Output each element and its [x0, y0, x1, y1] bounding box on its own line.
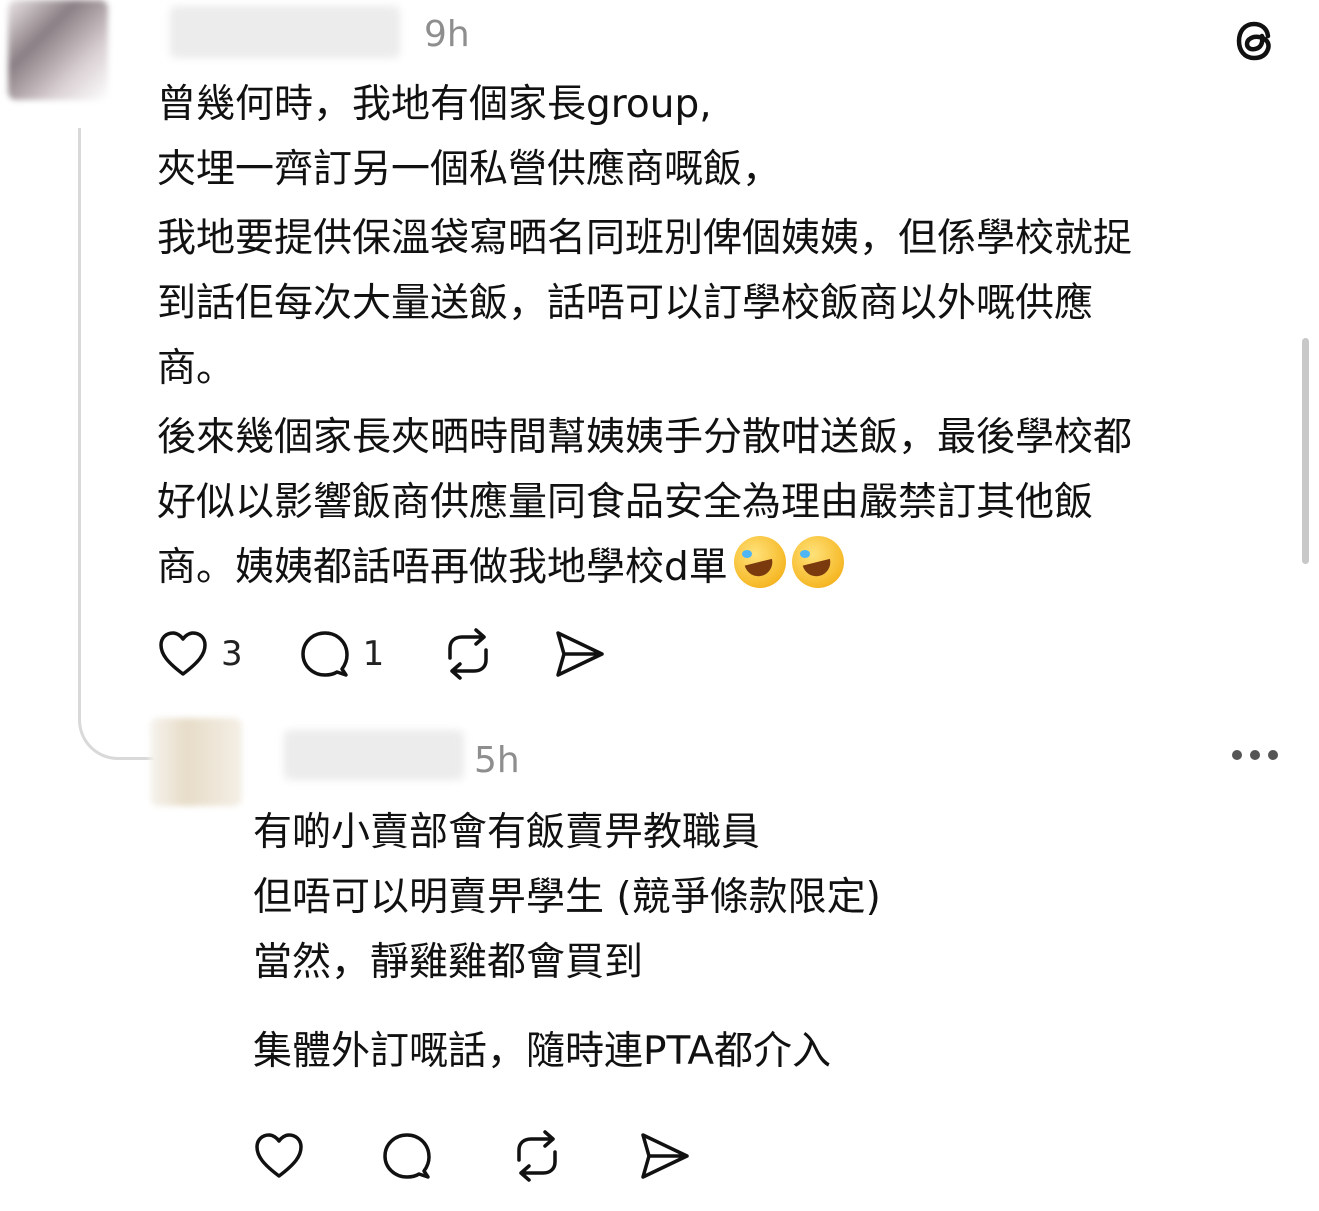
comment-line-last: 商。姨姨都話唔再做我地學校d單 — [157, 535, 1287, 600]
share-button[interactable] — [552, 628, 608, 680]
like-button[interactable]: 3 — [157, 630, 243, 678]
comment-line: 商。 — [157, 346, 236, 391]
username-blurred[interactable] — [170, 6, 400, 58]
reply-count: 1 — [362, 634, 385, 674]
threads-logo-icon[interactable] — [1230, 14, 1282, 70]
more-options-icon[interactable] — [1232, 750, 1278, 760]
send-icon — [556, 631, 605, 677]
threads-conversation: 9h 曾幾何時，我地有個家長group, 夾埋一齊訂另一個私營供應商嘅飯， 我地… — [0, 0, 1319, 1211]
comment-line: 後來幾個家長夾晒時間幫姨姨手分散咁送飯，最後學校都 — [157, 415, 1133, 460]
comment-line: 夾埋一齊訂另一個私營供應商嘅飯， — [157, 147, 782, 192]
comment-line: 曾幾何時，我地有個家長group, — [157, 82, 712, 127]
avatar[interactable] — [150, 718, 242, 806]
comment-body: 有啲小賣部會有飯賣畀教職員 但唔可以明賣畀學生 (競爭條款限定) 當然，靜雞雞都… — [253, 800, 1153, 1084]
comment-line: 集體外訂嘅話，隨時連PTA都介入 — [253, 1029, 831, 1074]
rolling-on-floor-laughing-emoji — [791, 536, 844, 588]
like-count: 3 — [221, 634, 243, 674]
comment-line: 當然，靜雞雞都會買到 — [253, 940, 644, 985]
comment-bubble-icon — [300, 631, 349, 677]
reply-button[interactable] — [381, 1130, 433, 1182]
heart-icon — [159, 631, 207, 676]
comment-line: 有啲小賣部會有飯賣畀教職員 — [253, 810, 761, 855]
reply-button[interactable]: 1 — [299, 628, 385, 680]
comment-bubble-icon — [383, 1133, 431, 1179]
avatar[interactable] — [8, 0, 108, 100]
rolling-on-floor-laughing-emoji — [733, 536, 786, 588]
repost-button[interactable] — [440, 628, 496, 680]
repost-icon — [448, 628, 489, 680]
heart-icon — [255, 1133, 303, 1178]
comment-line-text: 商。姨姨都話唔再做我地學校d單 — [157, 545, 728, 590]
comment-line: 好似以影響飯商供應量同食品安全為理由嚴禁訂其他飯 — [157, 480, 1094, 525]
comment-actions — [253, 1130, 749, 1182]
send-icon — [641, 1133, 689, 1179]
comment-actions: 3 1 — [157, 628, 664, 680]
scrollbar[interactable] — [1302, 338, 1309, 564]
comment-line: 但唔可以明賣畀學生 (競爭條款限定) — [253, 875, 881, 920]
comment-body: 曾幾何時，我地有個家長group, 夾埋一齊訂另一個私營供應商嘅飯， 我地要提供… — [157, 72, 1287, 600]
comment-line: 我地要提供保溫袋寫晒名同班別俾個姨姨，但係學校就捉 — [157, 216, 1133, 261]
comment-line: 到話佢每次大量送飯，話唔可以訂學校飯商以外嘅供應 — [157, 281, 1094, 326]
repost-button[interactable] — [509, 1130, 565, 1182]
like-button[interactable] — [253, 1132, 305, 1180]
share-button[interactable] — [637, 1130, 693, 1182]
post-timestamp: 5h — [474, 740, 520, 781]
thread-connector-line — [78, 128, 154, 760]
repost-icon — [517, 1130, 557, 1182]
post-timestamp: 9h — [424, 14, 470, 55]
username-blurred[interactable] — [284, 730, 464, 780]
